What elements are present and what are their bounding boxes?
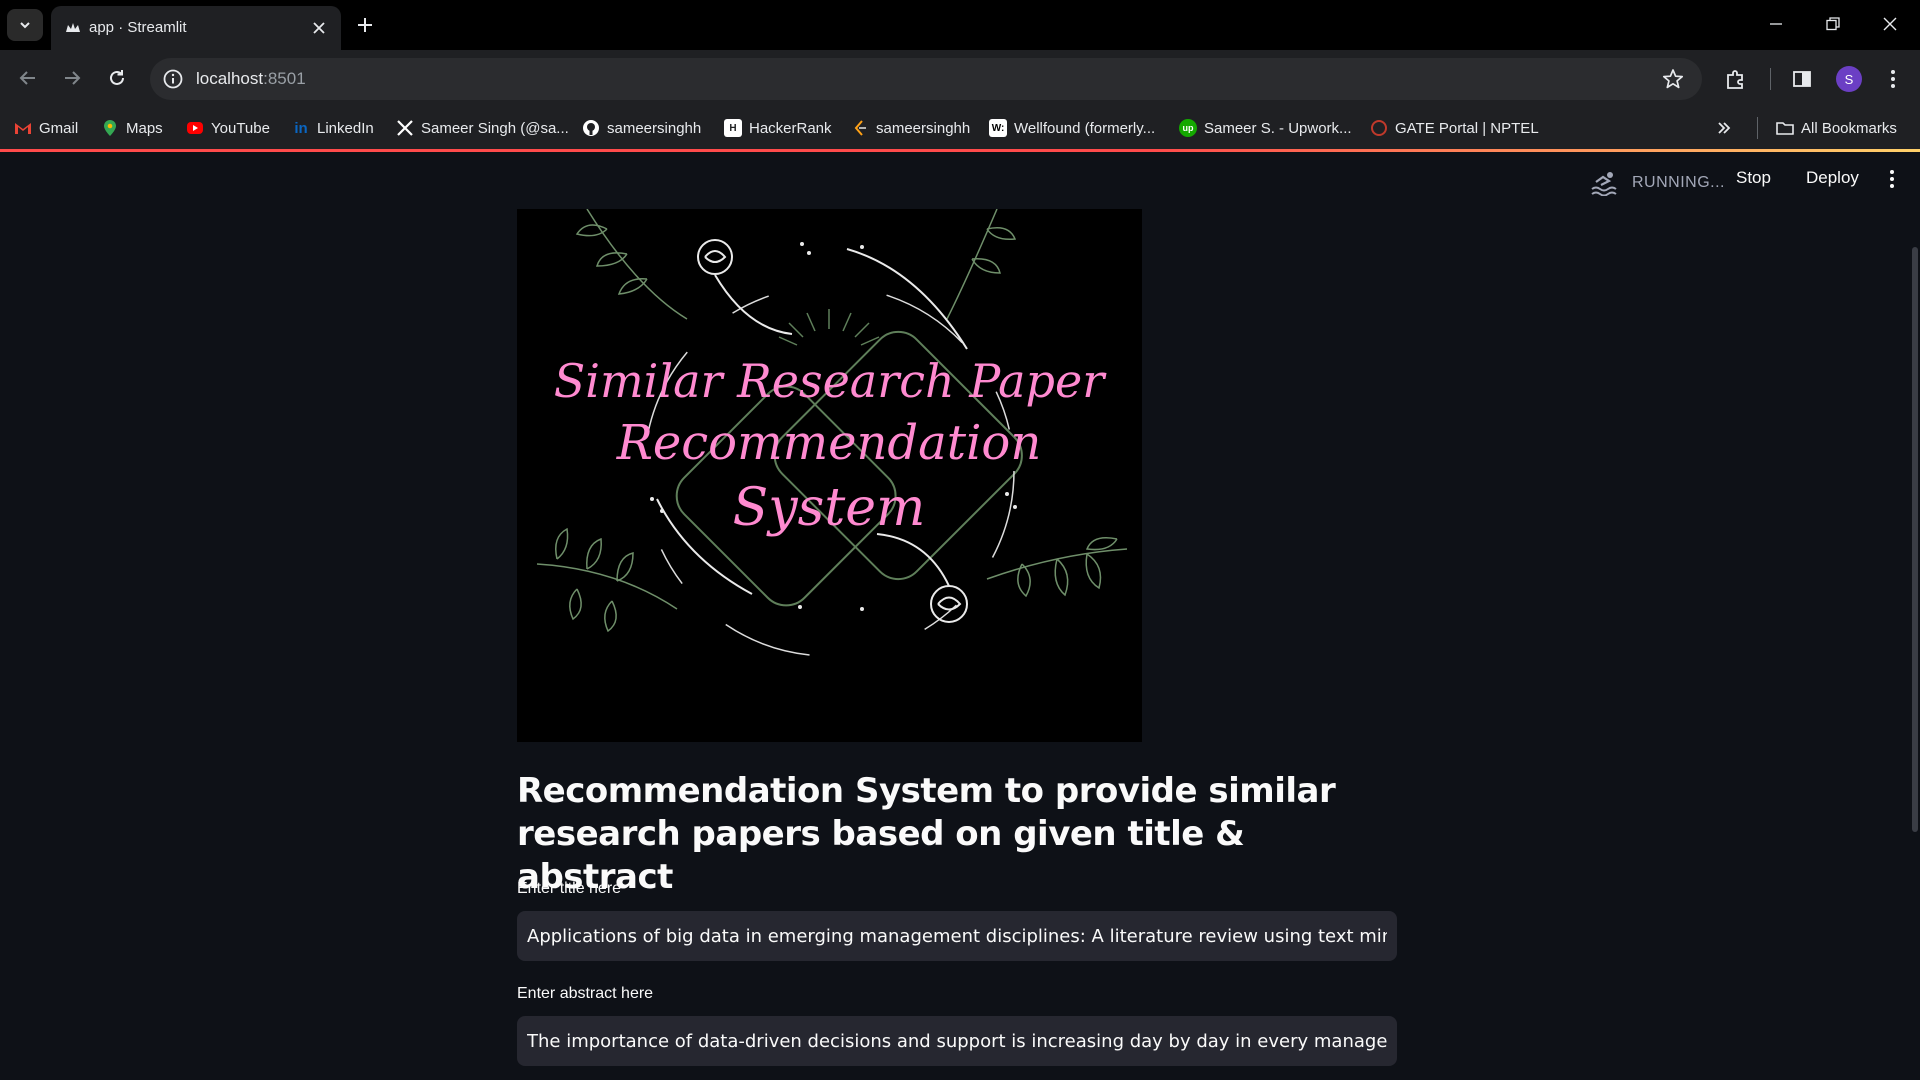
forward-button[interactable] xyxy=(56,62,88,94)
reload-button[interactable] xyxy=(101,62,133,94)
hackerrank-icon: H xyxy=(724,119,742,137)
side-panel-button[interactable] xyxy=(1789,66,1815,92)
browser-toolbar: localhost:8501 xyxy=(0,50,1920,107)
gmail-icon xyxy=(15,123,31,134)
url-port: :8501 xyxy=(263,69,306,88)
swimmer-icon xyxy=(1591,172,1617,196)
kebab-menu-icon xyxy=(1890,170,1894,188)
stop-button[interactable]: Stop xyxy=(1736,168,1771,188)
bookmark-hackerrank[interactable]: H HackerRank xyxy=(724,115,832,141)
bookmarks-bar: Gmail Maps YouTube in LinkedIn Sameer Si… xyxy=(0,107,1920,149)
browser-menu-button[interactable] xyxy=(1880,66,1906,92)
nptel-icon xyxy=(1371,120,1387,136)
bookmark-label: Sameer Singh (@sa... xyxy=(421,119,569,137)
puzzle-icon xyxy=(1727,70,1743,89)
running-status: RUNNING... xyxy=(1590,170,1725,196)
bookmark-github[interactable]: sameersinghh xyxy=(582,115,701,141)
minimize-icon xyxy=(1770,23,1782,25)
hero-line-2: Recommendation xyxy=(616,415,1041,471)
bookmark-label: Maps xyxy=(126,119,163,137)
hero-title-text: Similar Research Paper Recommendation Sy… xyxy=(554,354,1107,538)
maps-icon xyxy=(104,120,116,136)
site-info-icon[interactable] xyxy=(162,68,184,90)
github-icon xyxy=(583,120,599,136)
bookmark-x-profile[interactable]: Sameer Singh (@sa... xyxy=(396,115,569,141)
hero-banner-image: Similar Research Paper Recommendation Sy… xyxy=(517,209,1142,742)
youtube-icon xyxy=(187,122,203,134)
tab-close-button[interactable] xyxy=(309,18,329,38)
profile-avatar[interactable]: S xyxy=(1836,66,1862,92)
bookmark-upwork[interactable]: up Sameer S. - Upwork... xyxy=(1179,115,1352,141)
wreath-circle xyxy=(643,285,1015,657)
bookmark-label: Sameer S. - Upwork... xyxy=(1204,119,1352,137)
upwork-icon: up xyxy=(1179,119,1197,137)
folder-icon xyxy=(1776,122,1794,135)
browser-titlebar: app · Streamlit xyxy=(0,0,1920,50)
more-bookmarks-button[interactable] xyxy=(1716,115,1732,141)
abstract-input[interactable] xyxy=(517,1016,1397,1066)
bookmark-label: Wellfound (formerly... xyxy=(1014,119,1156,137)
all-bookmarks-button[interactable]: All Bookmarks xyxy=(1776,115,1897,141)
streamlit-crown-icon xyxy=(66,23,80,32)
extensions-button[interactable] xyxy=(1723,66,1749,92)
bookmark-label: YouTube xyxy=(211,119,270,137)
bookmark-linkedin[interactable]: in LinkedIn xyxy=(292,115,374,141)
bookmarks-divider xyxy=(1757,117,1758,139)
back-button[interactable] xyxy=(12,62,44,94)
url-text[interactable]: localhost:8501 xyxy=(196,69,306,89)
bookmark-nptel[interactable]: GATE Portal | NPTEL xyxy=(1370,115,1539,141)
tab-search-button[interactable] xyxy=(7,9,43,41)
kebab-menu-icon xyxy=(1891,70,1895,88)
tab-title: app · Streamlit xyxy=(89,19,187,36)
new-tab-button[interactable] xyxy=(352,12,378,38)
bookmark-label: GATE Portal | NPTEL xyxy=(1395,119,1539,137)
x-icon xyxy=(397,120,413,136)
leetcode-icon xyxy=(854,120,866,136)
url-host: localhost xyxy=(196,69,264,88)
abstract-field-label: Enter abstract here xyxy=(517,985,654,1002)
hero-line-3: System xyxy=(733,478,926,538)
bookmark-label: Gmail xyxy=(39,119,79,137)
double-chevron-right-icon xyxy=(1718,122,1731,134)
plus-icon xyxy=(358,18,372,32)
reload-icon xyxy=(110,70,124,85)
deploy-button[interactable]: Deploy xyxy=(1806,168,1859,188)
close-window-button[interactable] xyxy=(1870,8,1910,40)
toolbar-divider xyxy=(1770,68,1771,90)
arrow-left-icon xyxy=(19,71,35,85)
bookmark-label: sameersinghh xyxy=(607,119,702,137)
chevron-down-icon xyxy=(20,22,30,29)
minimize-button[interactable] xyxy=(1756,8,1796,40)
app-menu-button[interactable] xyxy=(1882,166,1902,192)
title-input[interactable] xyxy=(517,911,1397,961)
close-icon xyxy=(1883,17,1897,31)
bookmark-label: HackerRank xyxy=(749,119,832,137)
bookmark-wellfound[interactable]: W: Wellfound (formerly... xyxy=(989,115,1155,141)
sunburst-decoration xyxy=(778,309,880,346)
wellfound-icon: W: xyxy=(989,119,1007,137)
hero-line-1: Similar Research Paper xyxy=(554,354,1107,408)
address-bar[interactable]: localhost:8501 xyxy=(150,58,1702,100)
close-icon xyxy=(313,22,325,34)
running-status-text: RUNNING... xyxy=(1632,174,1725,191)
bookmark-label: sameersinghh xyxy=(876,119,971,137)
page-title: Recommendation System to provide similar… xyxy=(517,771,1336,897)
all-bookmarks-label: All Bookmarks xyxy=(1801,119,1897,137)
restore-icon xyxy=(1826,17,1840,31)
bookmark-label: LinkedIn xyxy=(317,119,374,137)
side-panel-icon xyxy=(1793,71,1811,87)
browser-tab[interactable]: app · Streamlit xyxy=(51,6,341,50)
bookmark-gmail[interactable]: Gmail xyxy=(14,115,78,141)
arrow-right-icon xyxy=(65,71,81,85)
bookmark-maps[interactable]: Maps xyxy=(101,115,163,141)
title-field-label: Enter title here xyxy=(517,880,622,897)
linkedin-icon: in xyxy=(294,119,308,137)
streamlit-header: RUNNING... Stop Deploy xyxy=(0,152,1920,208)
bookmark-star-icon[interactable] xyxy=(1662,68,1684,90)
restore-button[interactable] xyxy=(1813,8,1853,40)
page-scrollbar[interactable] xyxy=(1912,247,1918,832)
bookmark-youtube[interactable]: YouTube xyxy=(186,115,270,141)
bookmark-leetcode[interactable]: sameersinghh xyxy=(851,115,970,141)
